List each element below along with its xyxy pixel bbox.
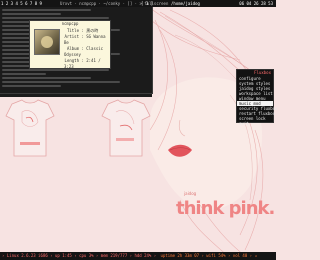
system-stats: › Linux 2.6.23 i686 › up 1:45 › cpu 3% ›… — [2, 253, 159, 258]
popup-title: ncmpcpp — [61, 21, 79, 26]
clock: 06 04 26 28 53 — [239, 1, 273, 6]
menu-item-exit[interactable]: exit — [237, 121, 273, 126]
separator-bar — [0, 94, 152, 97]
brand-subtitle: jaidog — [184, 191, 197, 196]
brand-logo: think pink. — [176, 198, 275, 219]
track-title: 黒の時 — [86, 28, 99, 33]
now-playing-popup[interactable]: ncmpcpp Title : 黒の時 Artist : SG Wanna Be… — [29, 20, 111, 69]
current-path: /home/jaidog — [171, 1, 200, 6]
album-cover — [34, 29, 60, 55]
terminal-window[interactable]: ncmpcpp Title : 黒の時 Artist : SG Wanna Be… — [0, 7, 153, 94]
extra-stats: uptime 2h 33m 07 › wifi 54% › vol 40 › ◂ — [160, 253, 257, 258]
track-info: Title : 黒の時 Artist : SG Wanna Be Album :… — [64, 28, 106, 69]
current-workspace: [ 3 ] — [141, 1, 154, 6]
workspace-tags[interactable]: 1 2 3 4 5 6 7 8 9 — [1, 0, 42, 7]
shirt-thumbnail-2[interactable] — [100, 98, 152, 158]
root-menu[interactable]: Fluxbox configure system styles jaidog s… — [236, 69, 278, 126]
status-bar: › Linux 2.6.23 i686 › up 1:45 › cpu 3% ›… — [0, 252, 276, 260]
shirt-thumbnail-1[interactable] — [4, 98, 56, 158]
top-bar: 1 2 3 4 5 6 7 8 9 Urxvt · ncmpcpp · ~/co… — [0, 0, 276, 7]
